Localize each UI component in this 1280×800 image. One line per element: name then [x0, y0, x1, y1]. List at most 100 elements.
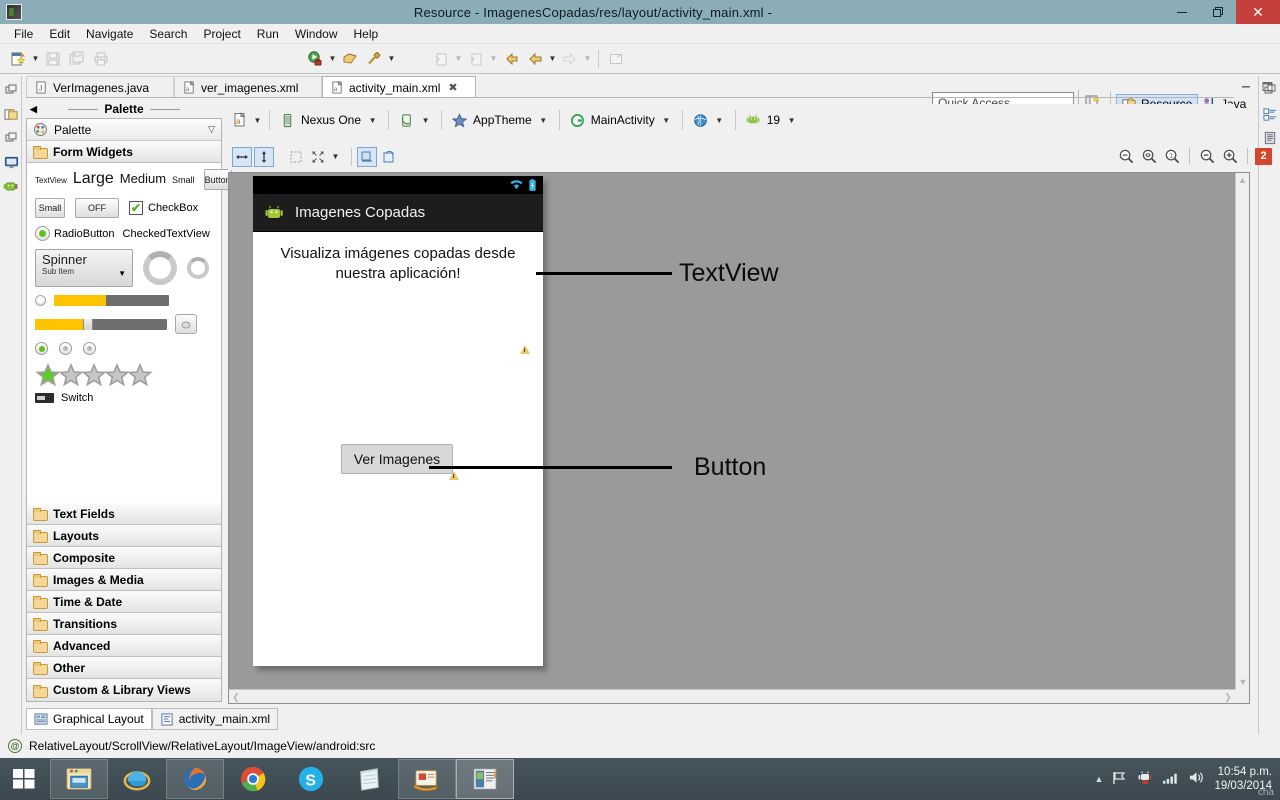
- expand-icon[interactable]: [308, 147, 328, 167]
- editor-tab-activity-main-xml[interactable]: a activity_main.xml ✖: [322, 76, 476, 98]
- layout-canvas[interactable]: Imagenes Copadas Visualiza imágenes copa…: [228, 172, 1250, 704]
- menu-item-run[interactable]: Run: [249, 25, 287, 43]
- project-explorer-icon[interactable]: [1, 104, 21, 124]
- last-edit-location-icon[interactable]: [500, 48, 522, 70]
- widget-spinner[interactable]: Spinner Sub Item ▼: [35, 249, 133, 287]
- widget-medium-text[interactable]: Medium: [120, 171, 166, 186]
- close-button[interactable]: ✕: [1236, 0, 1280, 24]
- warning-icon[interactable]: [520, 345, 531, 355]
- restore-view-icon[interactable]: [1, 80, 21, 100]
- palette-group-transitions[interactable]: Transitions: [27, 613, 221, 635]
- taskbar-chrome-icon[interactable]: [224, 759, 282, 799]
- debug-dropdown-icon[interactable]: ▼: [327, 48, 338, 70]
- orientation-selector[interactable]: ▼: [395, 109, 435, 131]
- warning-icon[interactable]: [449, 471, 460, 481]
- android-device-tray-icon[interactable]: [1137, 770, 1153, 788]
- menu-item-window[interactable]: Window: [287, 25, 346, 43]
- chevron-down-icon[interactable]: ▼: [420, 109, 431, 131]
- maximize-editor-icon[interactable]: [1261, 80, 1274, 96]
- widget-large-text[interactable]: Large: [73, 170, 114, 188]
- taskbar-notepad-icon[interactable]: [340, 759, 398, 799]
- zoom-out-icon[interactable]: [1197, 146, 1217, 166]
- palette-group-composite[interactable]: Composite: [27, 547, 221, 569]
- widget-progressbar-large[interactable]: [143, 251, 177, 285]
- palette-group-form-widgets[interactable]: Form Widgets: [27, 141, 221, 163]
- palette-group-text-fields[interactable]: Text Fields: [27, 503, 221, 525]
- preview-button[interactable]: Ver Imagenes: [341, 444, 453, 474]
- maximize-button[interactable]: [1200, 0, 1236, 24]
- widget-switch[interactable]: Switch: [27, 392, 221, 404]
- toggle-height-fill-icon[interactable]: [254, 146, 274, 167]
- collapse-palette-icon[interactable]: ◀: [30, 104, 37, 115]
- widget-ratingbar[interactable]: [27, 362, 221, 387]
- back-dropdown-icon[interactable]: ▼: [547, 48, 558, 70]
- action-center-flag-icon[interactable]: [1112, 771, 1128, 788]
- toggle-width-fill-icon[interactable]: [232, 146, 252, 167]
- palette-group-layouts[interactable]: Layouts: [27, 525, 221, 547]
- console-view-icon[interactable]: [1, 152, 21, 172]
- chevron-down-icon[interactable]: ▼: [538, 109, 549, 131]
- taskbar-photo-gallery-icon[interactable]: [398, 759, 456, 799]
- device-selector[interactable]: Nexus One ▼: [276, 109, 382, 131]
- taskbar-file-explorer-icon[interactable]: [50, 759, 108, 799]
- scroll-up-icon[interactable]: ▲: [1236, 173, 1249, 187]
- palette-group-time-date[interactable]: Time & Date: [27, 591, 221, 613]
- widget-checkedtextview[interactable]: CheckedTextView: [123, 228, 210, 240]
- editor-tab-verimagenes[interactable]: J VerImagenes.java: [26, 76, 174, 98]
- config-file-button[interactable]: a: [228, 112, 252, 128]
- chevron-down-icon[interactable]: ▼: [367, 109, 378, 131]
- widget-progressbar-small[interactable]: [187, 257, 209, 279]
- menu-item-file[interactable]: File: [6, 25, 41, 43]
- taskbar-firefox-icon[interactable]: [166, 759, 224, 799]
- taskbar-eclipse-icon[interactable]: [456, 759, 514, 799]
- expand-dropdown-icon[interactable]: ▼: [330, 146, 341, 168]
- locale-selector[interactable]: ▼: [689, 109, 729, 131]
- android-content-area[interactable]: Visualiza imágenes copadas desde nuestra…: [253, 232, 543, 666]
- palette-group-other[interactable]: Other: [27, 657, 221, 679]
- new-icon[interactable]: [7, 48, 29, 70]
- tab-graphical-layout[interactable]: Graphical Layout: [26, 708, 152, 730]
- properties-view-icon[interactable]: [1260, 128, 1280, 148]
- start-button[interactable]: [0, 758, 48, 800]
- config-file-dropdown-icon[interactable]: ▼: [252, 109, 263, 131]
- device-preview[interactable]: Imagenes Copadas Visualiza imágenes copa…: [253, 176, 543, 666]
- scroll-left-icon[interactable]: ❮: [229, 690, 243, 704]
- volume-icon[interactable]: [1188, 770, 1205, 788]
- canvas-horizontal-scrollbar[interactable]: ❮ ❯: [229, 689, 1235, 703]
- align-baseline-icon[interactable]: [357, 146, 377, 167]
- zoom-out-fit-icon[interactable]: [1116, 146, 1136, 166]
- widget-textview[interactable]: TextView: [35, 176, 67, 185]
- widget-radiogroup-3[interactable]: [83, 342, 96, 355]
- back-icon[interactable]: [524, 48, 546, 70]
- run-icon[interactable]: [339, 48, 361, 70]
- menu-item-edit[interactable]: Edit: [41, 25, 78, 43]
- show-hidden-icons-icon[interactable]: ▲: [1095, 774, 1104, 784]
- chevron-down-icon[interactable]: ▼: [786, 109, 797, 131]
- palette-group-advanced[interactable]: Advanced: [27, 635, 221, 657]
- scroll-down-icon[interactable]: ▼: [1236, 675, 1250, 689]
- menu-item-search[interactable]: Search: [141, 25, 195, 43]
- external-tools-icon[interactable]: [363, 48, 385, 70]
- widget-radiobutton[interactable]: RadioButton: [35, 226, 115, 241]
- network-signal-icon[interactable]: [1162, 771, 1179, 788]
- widget-progressbar-horizontal[interactable]: [54, 295, 169, 306]
- external-tools-dropdown-icon[interactable]: ▼: [386, 48, 397, 70]
- close-icon[interactable]: ✖: [448, 81, 457, 94]
- palette-group-images-media[interactable]: Images & Media: [27, 569, 221, 591]
- margin-icon[interactable]: [286, 147, 306, 167]
- menu-item-help[interactable]: Help: [346, 25, 387, 43]
- tab-activity-main-xml-source[interactable]: activity_main.xml: [151, 708, 279, 730]
- canvas-surface[interactable]: Imagenes Copadas Visualiza imágenes copa…: [229, 173, 1235, 689]
- minimize-editor-icon[interactable]: [1240, 80, 1253, 96]
- widget-radiogroup-2[interactable]: [59, 342, 72, 355]
- widget-small-button[interactable]: Small: [35, 198, 65, 218]
- menu-item-project[interactable]: Project: [195, 25, 248, 43]
- activity-selector[interactable]: MainActivity ▼: [566, 109, 676, 131]
- widget-checkbox[interactable]: ✔ CheckBox: [129, 201, 198, 215]
- zoom-100-icon[interactable]: 1: [1162, 146, 1182, 166]
- zoom-fit-icon[interactable]: [1139, 146, 1159, 166]
- outline-view-icon[interactable]: [1260, 104, 1280, 124]
- canvas-vertical-scrollbar[interactable]: ▲ ▼: [1235, 173, 1249, 689]
- android-ddms-icon[interactable]: [1, 176, 21, 196]
- widget-quickcontact-badge[interactable]: [175, 314, 197, 334]
